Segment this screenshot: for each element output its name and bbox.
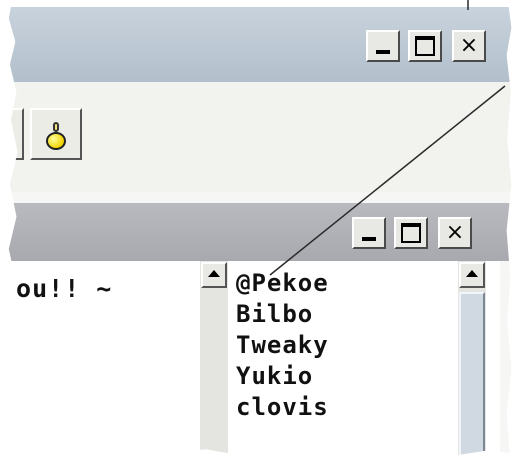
minimize-button[interactable] <box>366 30 400 62</box>
close-button[interactable]: × <box>452 30 486 62</box>
close-icon: × <box>459 33 479 58</box>
chat-maximize-button[interactable] <box>394 217 428 249</box>
chat-close-button[interactable]: × <box>438 217 472 249</box>
message-scroll-up-button[interactable] <box>201 262 227 288</box>
user-item[interactable]: @Pekoe <box>236 268 451 299</box>
message-scrollbar[interactable] <box>200 261 228 461</box>
user-item[interactable]: Yukio <box>236 361 451 392</box>
user-list: @Pekoe Bilbo Tweaky Yukio clovis <box>236 268 451 423</box>
page-border <box>0 0 515 7</box>
chat-message-text: You!! ~ <box>0 274 113 303</box>
user-list-scroll-up-button[interactable] <box>459 262 485 288</box>
user-item[interactable]: Bilbo <box>236 299 451 330</box>
toolbar-button-bulb[interactable] <box>30 108 82 160</box>
chat-window-titlebar[interactable]: × <box>0 203 515 261</box>
light-bulb-icon <box>44 120 68 152</box>
close-icon: × <box>445 220 465 245</box>
chat-minimize-button[interactable] <box>352 217 386 249</box>
main-window-titlebar[interactable]: × <box>0 6 515 82</box>
user-list-scroll-thumb[interactable] <box>459 292 485 460</box>
maximize-button[interactable] <box>408 30 442 62</box>
user-item[interactable]: clovis <box>236 392 451 423</box>
user-item[interactable]: Tweaky <box>236 330 451 361</box>
